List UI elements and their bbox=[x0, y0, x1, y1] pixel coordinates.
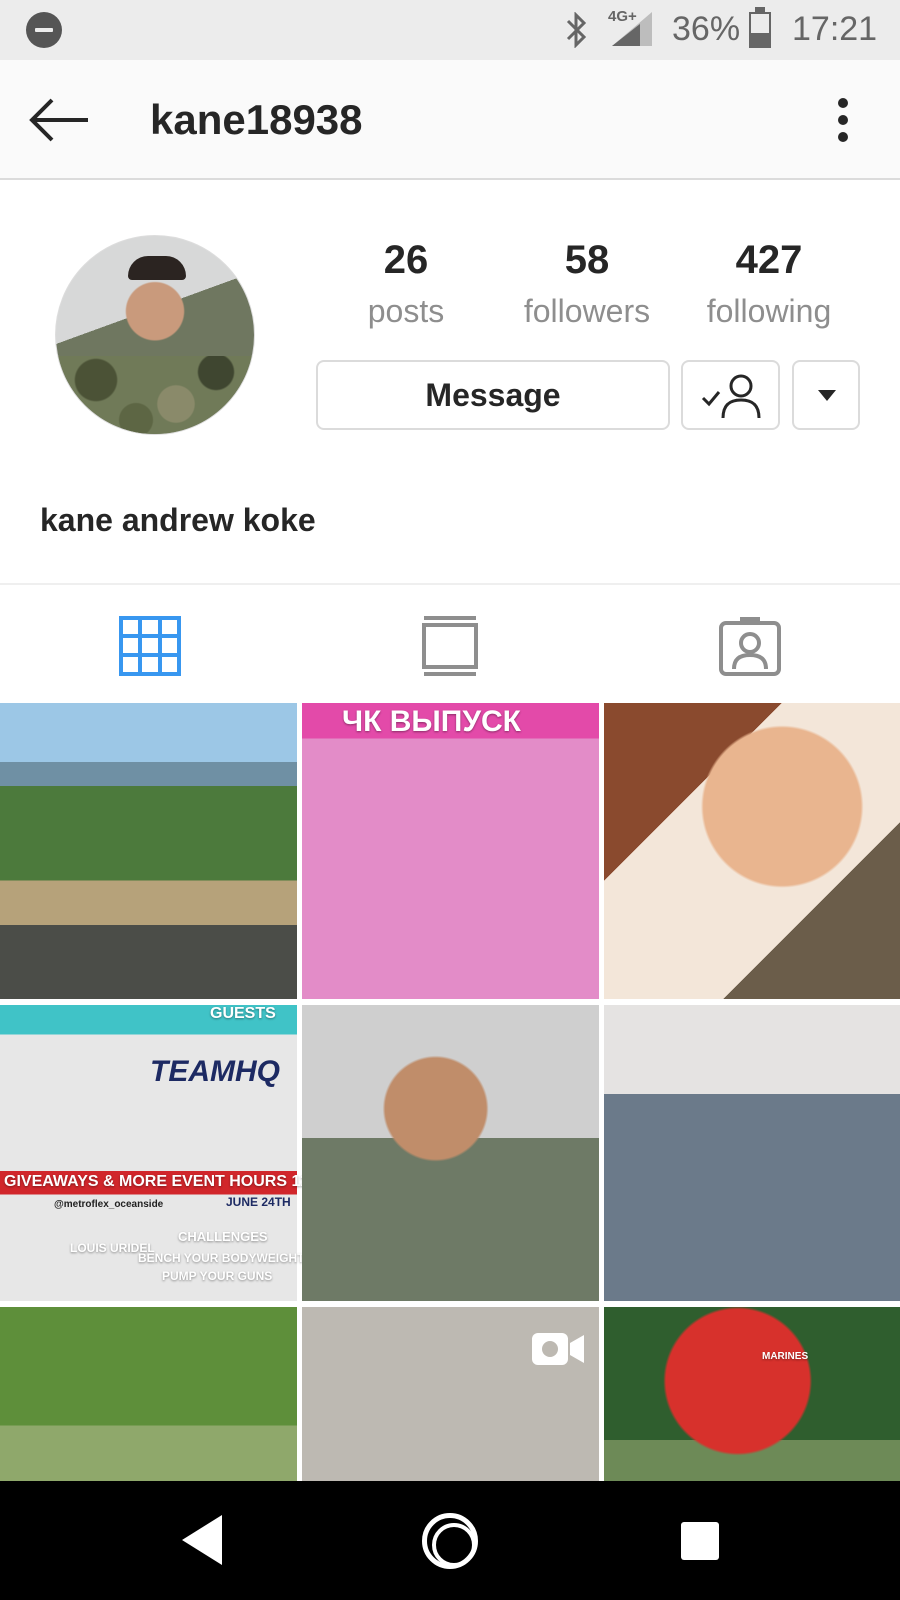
following-count: 427 bbox=[735, 238, 803, 282]
battery-icon bbox=[749, 7, 771, 48]
message-button[interactable]: Message bbox=[316, 360, 670, 430]
following-check-icon bbox=[701, 374, 761, 419]
flyer-team-text: TEAMHQ bbox=[150, 1055, 280, 1088]
battery-percentage: 36% bbox=[672, 10, 741, 48]
video-icon bbox=[532, 1333, 584, 1365]
followers-stat[interactable]: 58 followers bbox=[507, 238, 667, 330]
following-stat[interactable]: 427 following bbox=[689, 238, 849, 330]
flyer-challenges-text: CHALLENGES bbox=[178, 1229, 268, 1244]
profile-tabs bbox=[0, 583, 900, 703]
more-vertical-icon[interactable] bbox=[836, 96, 850, 144]
feed-icon[interactable] bbox=[418, 615, 482, 677]
posts-label: posts bbox=[367, 293, 445, 329]
flyer-guests-text: GUESTS bbox=[210, 1005, 276, 1022]
back-arrow-icon[interactable] bbox=[28, 96, 90, 144]
tile-banner-text: ЧК ВЫПУСК bbox=[342, 705, 521, 738]
full-name: kane andrew koke bbox=[40, 502, 316, 538]
post-thumbnail[interactable] bbox=[604, 1005, 900, 1301]
bluetooth-icon bbox=[566, 12, 587, 48]
flyer-date-text: JUNE 24TH bbox=[226, 1195, 291, 1209]
flyer-bench-text: BENCH YOUR BODYWEIGHT bbox=[138, 1251, 305, 1265]
dropdown-caret-icon bbox=[818, 390, 836, 401]
avatar-camo bbox=[56, 356, 254, 434]
post-thumbnail[interactable] bbox=[0, 703, 297, 999]
post-thumbnail[interactable] bbox=[0, 1307, 297, 1481]
avatar-hair bbox=[128, 256, 186, 280]
photo-grid: ЧК ВЫПУСК GUESTS TEAMHQ GIVEAWAYS & MORE… bbox=[0, 703, 900, 1481]
following-button[interactable] bbox=[681, 360, 780, 430]
post-thumbnail[interactable] bbox=[302, 1005, 599, 1301]
post-thumbnail[interactable]: GUESTS TEAMHQ GIVEAWAYS & MORE EVENT HOU… bbox=[0, 1005, 380, 1301]
post-thumbnail[interactable] bbox=[604, 703, 900, 999]
do-not-disturb-icon bbox=[26, 12, 62, 48]
grid-icon[interactable] bbox=[118, 615, 182, 677]
nav-recents-icon[interactable] bbox=[681, 1522, 719, 1560]
post-thumbnail[interactable]: MARINES bbox=[604, 1307, 900, 1481]
tagged-icon[interactable] bbox=[718, 615, 782, 677]
system-nav-bar bbox=[0, 1481, 900, 1600]
suggestions-dropdown-button[interactable] bbox=[792, 360, 860, 430]
nav-home-icon[interactable] bbox=[422, 1513, 478, 1569]
signal-icon bbox=[612, 12, 652, 46]
avatar[interactable] bbox=[55, 235, 255, 435]
post-thumbnail[interactable]: ЧК ВЫПУСК bbox=[302, 703, 599, 999]
following-label: following bbox=[706, 293, 832, 329]
post-thumbnail[interactable] bbox=[302, 1307, 599, 1481]
shirt-text: MARINES bbox=[762, 1351, 809, 1362]
posts-stat[interactable]: 26 posts bbox=[326, 238, 486, 330]
flyer-handle-text: @metroflex_oceanside bbox=[54, 1199, 164, 1210]
profile-header: kane18938 bbox=[0, 60, 900, 180]
nav-back-icon[interactable] bbox=[180, 1513, 224, 1567]
flyer-pump-text: PUMP YOUR GUNS bbox=[162, 1269, 273, 1283]
posts-count: 26 bbox=[383, 238, 429, 282]
clock: 17:21 bbox=[792, 10, 878, 48]
page-title: kane18938 bbox=[150, 96, 363, 143]
followers-count: 58 bbox=[564, 238, 610, 282]
followers-label: followers bbox=[523, 293, 651, 329]
status-bar: 4G+ 36% 17:21 bbox=[0, 0, 900, 60]
